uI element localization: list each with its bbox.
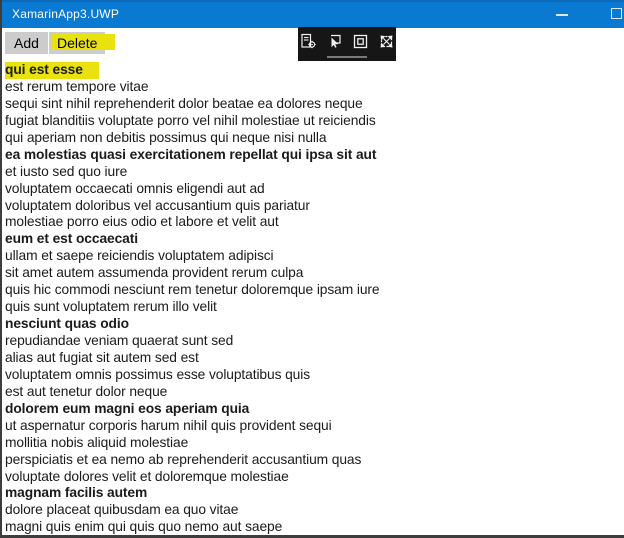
list-item[interactable]: voluptate dolores velit et doloremque mo… xyxy=(5,469,624,486)
list-item[interactable]: qui est esse xyxy=(5,62,624,79)
post-list: qui est esse est rerum tempore vitae sequi… xyxy=(2,62,624,535)
list-item[interactable]: mollitia nobis aliquid molestiae xyxy=(5,435,624,452)
list-item[interactable]: ullam et saepe reiciendis voluptatem adi… xyxy=(5,248,624,265)
list-item[interactable]: quis sunt voluptatem rerum illo velit xyxy=(5,299,624,316)
list-item[interactable]: molestiae porro eius odio et labore et v… xyxy=(5,214,624,231)
delete-button-label: Delete xyxy=(57,35,98,51)
list-item[interactable]: eum et est occaecati xyxy=(5,231,624,248)
list-item[interactable]: voluptatem omnis possimus esse voluptati… xyxy=(5,367,624,384)
list-item[interactable]: sit amet autem assumenda provident rerum… xyxy=(5,265,624,282)
minimize-button[interactable] xyxy=(546,2,580,28)
list-item[interactable]: ea molestias quasi exercitationem repell… xyxy=(5,147,624,164)
list-item[interactable]: alias aut fugiat sit autem sed est xyxy=(5,350,624,367)
list-item[interactable]: fugiat blanditiis voluptate porro vel ni… xyxy=(5,113,624,130)
minimize-icon xyxy=(556,14,568,16)
window-title: XamarinApp3.UWP xyxy=(12,7,120,21)
track-focused-element-icon[interactable] xyxy=(378,33,395,50)
list-item[interactable]: perspiciatis et ea nemo ab reprehenderit… xyxy=(5,452,624,469)
list-item[interactable]: repudiandae veniam quaerat sunt sed xyxy=(5,333,624,350)
enable-selection-icon[interactable] xyxy=(326,33,343,50)
list-item[interactable]: nesciunt quas odio xyxy=(5,316,624,333)
list-item[interactable]: et iusto sed quo iure xyxy=(5,164,624,181)
add-button[interactable]: Add xyxy=(5,32,48,54)
list-item[interactable]: est aut tenetur dolor neque xyxy=(5,384,624,401)
list-item[interactable]: magnam facilis autem xyxy=(5,485,624,502)
maximize-icon xyxy=(611,8,622,19)
list-item[interactable]: ut aspernatur corporis harum nihil quis … xyxy=(5,418,624,435)
list-item[interactable]: sequi sint nihil reprehenderit dolor bea… xyxy=(5,96,624,113)
go-to-live-visual-tree-icon[interactable] xyxy=(300,33,317,50)
title-bar[interactable]: XamarinApp3.UWP xyxy=(2,0,624,28)
display-layout-adornments-icon[interactable] xyxy=(352,33,369,50)
list-item-highlight-annotation: qui est esse xyxy=(5,62,99,79)
list-item[interactable]: dolorem eum magni eos aperiam quia xyxy=(5,401,624,418)
list-item[interactable]: voluptatem occaecati omnis eligendi aut … xyxy=(5,181,624,198)
app-window: XamarinApp3.UWP Add Delete qui est esse … xyxy=(0,0,624,538)
list-item[interactable]: voluptatem doloribus vel accusantium qui… xyxy=(5,198,624,215)
vs-debug-toolbar[interactable] xyxy=(298,27,396,61)
list-item[interactable]: qui aperiam non debitis possimus qui neq… xyxy=(5,130,624,147)
list-item[interactable]: dolore placeat quibusdam ea quo vitae xyxy=(5,502,624,519)
list-item[interactable]: magni quis enim qui quis quo nemo aut sa… xyxy=(5,519,624,535)
maximize-button[interactable] xyxy=(602,2,624,28)
toolbar-grab-handle[interactable] xyxy=(327,56,367,58)
list-item[interactable]: quis hic commodi nesciunt rem tenetur do… xyxy=(5,282,624,299)
delete-button[interactable]: Delete xyxy=(49,32,116,54)
list-item[interactable]: est rerum tempore vitae xyxy=(5,79,624,96)
